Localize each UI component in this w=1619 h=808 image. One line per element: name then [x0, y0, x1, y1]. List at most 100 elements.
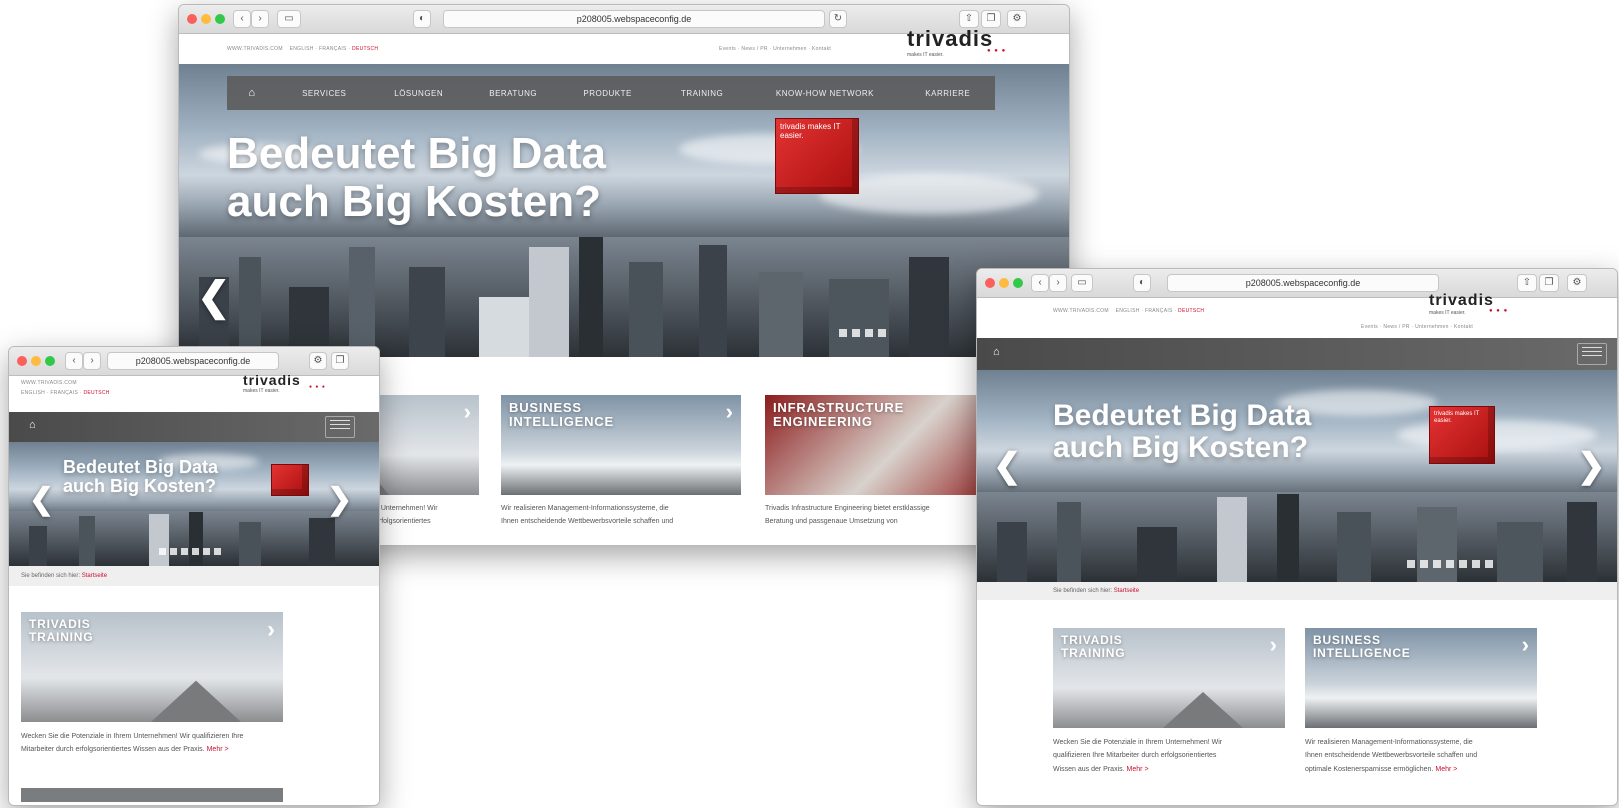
mehr-link[interactable]: Mehr >	[207, 746, 229, 753]
lang-deutsch[interactable]: DEUTSCH	[1178, 308, 1204, 314]
nav-beratung[interactable]: BERATUNG	[466, 89, 560, 98]
slide-dot[interactable]	[1420, 560, 1428, 568]
tile-business-intelligence[interactable]: BUSINESS INTELLIGENCE ›	[501, 395, 741, 495]
slide-dot[interactable]	[1446, 560, 1454, 568]
back-button[interactable]: ‹	[65, 352, 83, 370]
address-bar[interactable]: p208005.webspaceconfig.de	[107, 352, 279, 370]
minimize-window-button[interactable]	[31, 356, 41, 366]
browser-window-mobile: ‹ › p208005.webspaceconfig.de ⚙ ❐ WWW.TR…	[8, 346, 380, 806]
nav-produkte[interactable]: PRODUKTE	[560, 89, 654, 98]
service-links[interactable]: Events · News / PR · Unternehmen · Konta…	[1361, 324, 1473, 330]
privacy-icon[interactable]: ◐	[413, 10, 431, 28]
trivadis-logo[interactable]: trivadis makes IT easier.	[1429, 292, 1494, 316]
lang-francais[interactable]: FRANÇAIS	[50, 390, 78, 396]
slide-dot[interactable]	[203, 548, 210, 555]
hero-banner: Bedeutet Big Data auch Big Kosten? triva…	[977, 370, 1617, 582]
slide-dot[interactable]	[839, 329, 847, 337]
settings-icon[interactable]: ⚙	[1567, 274, 1587, 292]
trivadis-com-link[interactable]: WWW.TRIVADIS.COM	[227, 46, 283, 52]
reload-icon[interactable]: ↻	[829, 10, 847, 28]
sidebar-icon[interactable]: ▭	[277, 10, 301, 28]
site-header: WWW.TRIVADIS.COM ENGLISH · FRANÇAIS · DE…	[9, 372, 379, 412]
slide-dot[interactable]	[852, 329, 860, 337]
tile-trivadis-training[interactable]: TRIVADIS TRAINING ›	[21, 612, 283, 722]
settings-icon[interactable]: ⚙	[309, 352, 327, 370]
slide-dot[interactable]	[878, 329, 886, 337]
hamburger-menu-icon[interactable]	[325, 416, 355, 438]
forward-button[interactable]: ›	[83, 352, 101, 370]
slide-dot[interactable]	[170, 548, 177, 555]
minimize-window-button[interactable]	[201, 14, 211, 24]
next-tile-preview[interactable]	[21, 788, 283, 802]
close-window-button[interactable]	[985, 278, 995, 288]
tabs-icon[interactable]: ❐	[1539, 274, 1559, 292]
tile-chevron-icon: ›	[1269, 632, 1277, 657]
tile-infrastructure-engineering[interactable]: INFRASTRUCTURE ENGINEERING	[765, 395, 1005, 495]
tile-business-intelligence[interactable]: BUSINESS INTELLIGENCE ›	[1305, 628, 1537, 728]
hero-headline: Bedeutet Big Data auch Big Kosten?	[63, 457, 219, 497]
lang-francais[interactable]: FRANÇAIS	[1145, 308, 1173, 314]
browser-toolbar: ‹ › ▭ ◐ p208005.webspaceconfig.de ⇧ ❐ ⚙	[977, 269, 1617, 298]
mehr-link[interactable]: Mehr >	[1127, 766, 1149, 773]
lang-deutsch[interactable]: DEUTSCH	[83, 390, 109, 396]
close-window-button[interactable]	[187, 14, 197, 24]
breadcrumb-startseite[interactable]: Startseite	[1114, 588, 1139, 594]
lang-english[interactable]: ENGLISH	[1116, 308, 1140, 314]
home-icon[interactable]: ⌂	[993, 346, 1000, 358]
sidebar-icon[interactable]: ▭	[1071, 274, 1093, 292]
slide-dot[interactable]	[1472, 560, 1480, 568]
forward-button[interactable]: ›	[251, 10, 269, 28]
browser-window-tablet: ‹ › ▭ ◐ p208005.webspaceconfig.de ⇧ ❐ ⚙ …	[976, 268, 1618, 806]
slider-next-arrow[interactable]: ❯	[327, 482, 352, 517]
slide-dot[interactable]	[192, 548, 199, 555]
tile-bi-text: Wir realisieren Management-Informationss…	[1305, 739, 1478, 773]
slide-dot[interactable]	[865, 329, 873, 337]
settings-icon[interactable]: ⚙	[1007, 10, 1027, 28]
back-button[interactable]: ‹	[1031, 274, 1049, 292]
slide-dot[interactable]	[1459, 560, 1467, 568]
close-window-button[interactable]	[17, 356, 27, 366]
slide-dot[interactable]	[214, 548, 221, 555]
slide-dot[interactable]	[159, 548, 166, 555]
slide-dot[interactable]	[1485, 560, 1493, 568]
mehr-link[interactable]: Mehr >	[1435, 766, 1457, 773]
tabs-icon[interactable]: ❐	[331, 352, 349, 370]
tile-trivadis-training[interactable]: TRIVADIS TRAINING ›	[1053, 628, 1285, 728]
trivadis-logo[interactable]: trivadis makes IT easier.	[907, 26, 993, 58]
nav-karriere[interactable]: KARRIERE	[901, 89, 995, 98]
trivadis-com-link[interactable]: WWW.TRIVADIS.COM	[21, 380, 110, 386]
home-icon[interactable]: ⌂	[29, 419, 36, 431]
lang-english[interactable]: ENGLISH	[21, 390, 45, 396]
slide-dot[interactable]	[181, 548, 188, 555]
hamburger-menu-icon[interactable]	[1577, 343, 1607, 365]
minimize-window-button[interactable]	[999, 278, 1009, 288]
slide-dot[interactable]	[1433, 560, 1441, 568]
slider-next-arrow[interactable]: ❯	[1577, 446, 1606, 486]
tile-chevron-icon: ›	[1521, 632, 1529, 657]
nav-loesungen[interactable]: LÖSUNGEN	[371, 89, 465, 98]
home-icon[interactable]: ⌂	[227, 87, 277, 99]
slider-prev-arrow[interactable]: ❮	[993, 446, 1022, 486]
slide-dot[interactable]	[1407, 560, 1415, 568]
slider-prev-arrow[interactable]: ❮	[29, 482, 54, 517]
trivadis-com-link[interactable]: WWW.TRIVADIS.COM	[1053, 308, 1109, 314]
nav-know-how-network[interactable]: KNOW-HOW NETWORK	[749, 89, 900, 98]
share-icon[interactable]: ⇧	[1517, 274, 1537, 292]
service-links[interactable]: Events · News / PR · Unternehmen · Konta…	[719, 46, 831, 52]
zoom-window-button[interactable]	[215, 14, 225, 24]
lang-francais[interactable]: FRANÇAIS	[319, 46, 347, 52]
nav-services[interactable]: SERVICES	[277, 89, 371, 98]
nav-training[interactable]: TRAINING	[655, 89, 749, 98]
zoom-window-button[interactable]	[45, 356, 55, 366]
zoom-window-button[interactable]	[1013, 278, 1023, 288]
slider-prev-arrow[interactable]: ❮	[197, 274, 231, 320]
address-bar[interactable]: p208005.webspaceconfig.de	[443, 10, 825, 28]
back-button[interactable]: ‹	[233, 10, 251, 28]
lang-deutsch[interactable]: DEUTSCH	[352, 46, 378, 52]
lang-english[interactable]: ENGLISH	[290, 46, 314, 52]
address-bar[interactable]: p208005.webspaceconfig.de	[1167, 274, 1439, 292]
forward-button[interactable]: ›	[1049, 274, 1067, 292]
trivadis-logo[interactable]: trivadis makes IT easier.	[243, 372, 301, 394]
breadcrumb-startseite[interactable]: Startseite	[82, 573, 107, 579]
privacy-icon[interactable]: ◐	[1133, 274, 1151, 292]
